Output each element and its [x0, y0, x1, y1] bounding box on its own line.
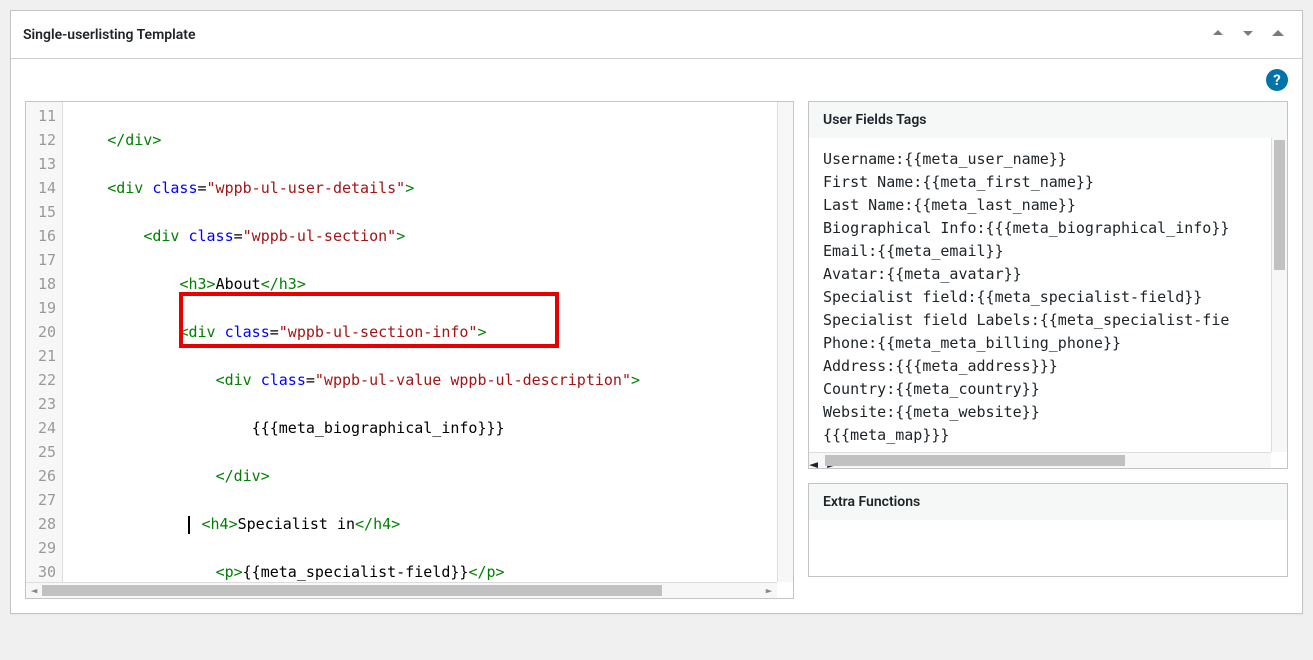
- field-tag[interactable]: Website:{{meta_website}}: [823, 401, 1273, 424]
- code-content[interactable]: </div> <div class="wppb-ul-user-details"…: [63, 102, 793, 582]
- field-tag[interactable]: Address:{{{meta_address}}}: [823, 355, 1273, 378]
- field-tag[interactable]: Phone:{{meta_meta_billing_phone}}: [823, 332, 1273, 355]
- metabox-header-controls: [1206, 21, 1290, 49]
- scrollbar-thumb[interactable]: [1274, 140, 1285, 270]
- field-tag[interactable]: Last Name:{{meta_last_name}}: [823, 194, 1273, 217]
- scrollbar-thumb[interactable]: [42, 585, 662, 596]
- field-tag[interactable]: Biographical Info:{{{meta_biographical_i…: [823, 217, 1273, 240]
- metabox-header: Single-userlisting Template: [11, 11, 1302, 59]
- scroll-right-icon[interactable]: ►: [761, 583, 777, 599]
- field-tag[interactable]: Specialist field Labels:{{meta_specialis…: [823, 309, 1273, 332]
- help-icon[interactable]: ?: [1266, 69, 1288, 91]
- line-number-gutter: 1112131415161718192021222324252627282930: [26, 102, 63, 582]
- scroll-left-icon[interactable]: ◄: [26, 583, 42, 599]
- text-cursor: [188, 516, 190, 534]
- fields-vertical-scrollbar[interactable]: [1271, 138, 1287, 452]
- field-tag[interactable]: Email:{{meta_email}}: [823, 240, 1273, 263]
- user-fields-tags-panel: User Fields Tags Username:{{meta_user_na…: [808, 101, 1288, 469]
- user-fields-tags-body[interactable]: Username:{{meta_user_name}} First Name:{…: [809, 138, 1287, 468]
- single-userlisting-template-metabox: Single-userlisting Template ? 1112131415…: [10, 10, 1303, 614]
- extra-functions-body[interactable]: [809, 520, 1287, 576]
- fields-horizontal-scrollbar[interactable]: ◄ ►: [809, 452, 1271, 468]
- code-editor[interactable]: 1112131415161718192021222324252627282930…: [25, 101, 794, 599]
- field-tag[interactable]: Specialist field:{{meta_specialist-field…: [823, 286, 1273, 309]
- metabox-body: ? 11121314151617181920212223242526272829…: [11, 59, 1302, 613]
- field-tag[interactable]: First Name:{{meta_first_name}}: [823, 171, 1273, 194]
- field-tag[interactable]: Country:{{meta_country}}: [823, 378, 1273, 401]
- user-fields-tags-header: User Fields Tags: [809, 102, 1287, 138]
- metabox-title: Single-userlisting Template: [23, 27, 196, 43]
- extra-functions-header: Extra Functions: [809, 484, 1287, 520]
- scrollbar-thumb[interactable]: [825, 455, 1125, 466]
- field-tag[interactable]: Username:{{meta_user_name}}: [823, 148, 1273, 171]
- field-tag[interactable]: {{{meta_map}}}: [823, 424, 1273, 447]
- editor-horizontal-scrollbar[interactable]: ◄ ►: [26, 582, 777, 598]
- collapse-icon[interactable]: [1266, 21, 1290, 49]
- scroll-left-icon[interactable]: ◄: [809, 455, 818, 468]
- field-tag[interactable]: Avatar:{{meta_avatar}}: [823, 263, 1273, 286]
- extra-functions-panel: Extra Functions: [808, 483, 1288, 577]
- editor-vertical-scrollbar[interactable]: [777, 102, 793, 582]
- move-down-icon[interactable]: [1236, 21, 1260, 49]
- move-up-icon[interactable]: [1206, 21, 1230, 49]
